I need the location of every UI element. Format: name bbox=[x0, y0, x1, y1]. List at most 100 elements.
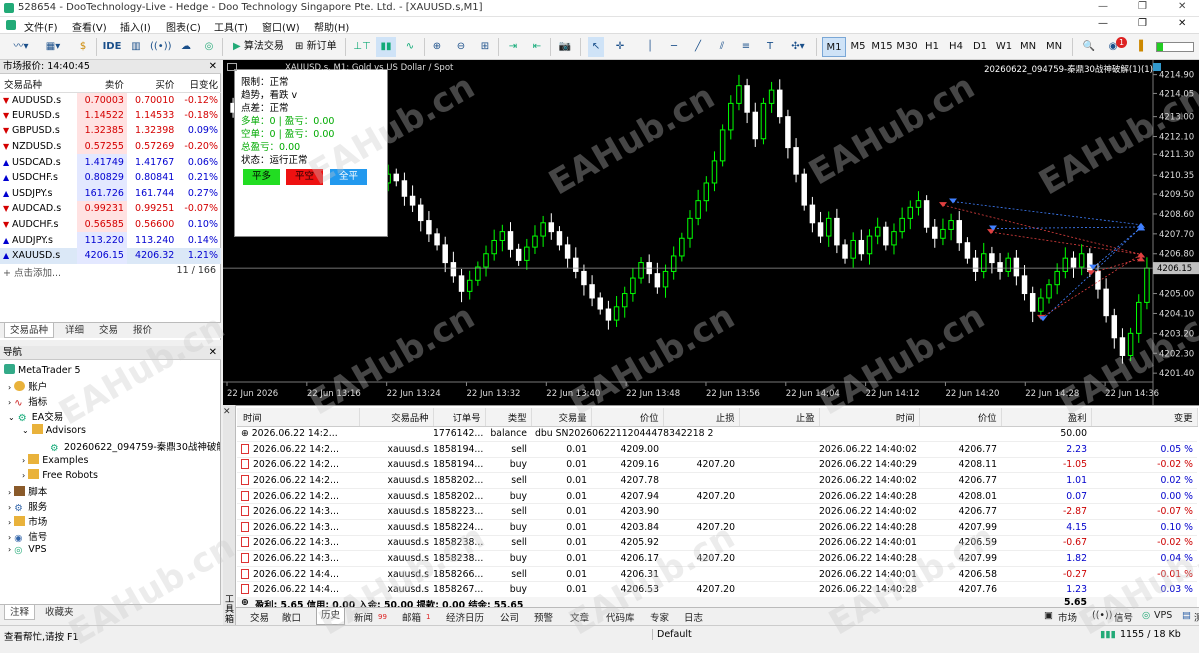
new-chart-icon[interactable]: 〰▾ bbox=[8, 37, 34, 57]
status-profile[interactable]: Default bbox=[652, 629, 752, 640]
ide-button[interactable]: IDE bbox=[100, 37, 124, 57]
tab-ticks[interactable]: 报价 bbox=[128, 323, 157, 338]
col-header[interactable]: 变更 bbox=[1091, 408, 1198, 427]
tile-icon[interactable]: ⊞ bbox=[476, 37, 494, 57]
screenshot-icon[interactable]: 📷 bbox=[556, 37, 574, 57]
price-chart[interactable]: 22 Jun 2026 22 Jun 13:16 22 Jun 13:24 22 Ju… bbox=[223, 60, 1199, 405]
deal-row[interactable]: 2026.06.22 14:3... xauusd.s 1858223... sell… bbox=[237, 503, 1197, 521]
tab-company[interactable]: 公司 bbox=[500, 610, 519, 624]
trade-arrow-icon[interactable] bbox=[987, 229, 995, 235]
zoom-out-icon[interactable]: ⊖ bbox=[452, 37, 470, 57]
trade-arrow-icon[interactable] bbox=[1087, 270, 1095, 276]
tab-history[interactable]: 历史 bbox=[316, 608, 346, 625]
nav-ea-file[interactable]: ⚙ 20260622_094759-秦鼎30战神破解 bbox=[50, 439, 220, 453]
nav-market[interactable]: › 市场 bbox=[8, 514, 47, 528]
col-header[interactable]: 时间 bbox=[819, 408, 920, 427]
nav-signals[interactable]: › ◉ 信号 bbox=[8, 529, 47, 544]
tf-m5[interactable]: M5 bbox=[846, 37, 870, 57]
menu-help[interactable]: 帮助(H) bbox=[314, 19, 349, 34]
deal-row[interactable]: 2026.06.22 14:3... xauusd.s 1858238... sell… bbox=[237, 535, 1197, 552]
candles-icon[interactable]: ▮▮ bbox=[376, 37, 396, 57]
close-longs-button[interactable]: 平多 bbox=[243, 169, 280, 185]
deal-row[interactable]: 2026.06.22 14:3... xauusd.s 1858238... buy 0… bbox=[237, 550, 1197, 567]
deal-row[interactable]: 2026.06.22 14:2... xauusd.s 1858194... buy 0… bbox=[237, 457, 1197, 474]
close-all-button[interactable]: 全平 bbox=[330, 169, 367, 185]
tab-articles[interactable]: 文章 bbox=[570, 610, 589, 624]
col-ask[interactable]: 买价 bbox=[126, 77, 178, 93]
toolbox-close-icon[interactable]: ✕ bbox=[223, 407, 231, 417]
market-watch-row[interactable]: ▲ USDJPY.s 161.726 161.744 0.27% bbox=[0, 185, 221, 202]
nav-indicators[interactable]: › ∿ 指标 bbox=[8, 394, 47, 409]
add-symbol[interactable]: + 点击添加... bbox=[3, 265, 61, 279]
trendline-icon[interactable]: ╱ bbox=[690, 37, 706, 57]
tab-trading[interactable]: 交易 bbox=[94, 323, 123, 338]
mdi-close-icon[interactable]: ✕ bbox=[1178, 18, 1186, 29]
profiles-icon[interactable]: ▦▾ bbox=[36, 37, 70, 57]
chart-menu-icon[interactable] bbox=[227, 63, 237, 71]
line-chart-icon[interactable]: ∿ bbox=[400, 37, 420, 57]
col-header[interactable]: 类型 bbox=[485, 408, 532, 427]
tab-symbols[interactable]: 交易品种 bbox=[4, 323, 55, 338]
text-icon[interactable]: T bbox=[762, 37, 778, 57]
cursor-icon[interactable]: ↖ bbox=[588, 37, 604, 57]
strategy-icon[interactable]: ▥ bbox=[126, 37, 146, 57]
menu-insert[interactable]: 插入(I) bbox=[120, 19, 151, 34]
crosshair-icon[interactable]: ✛ bbox=[612, 37, 628, 57]
col-header[interactable]: 订单号 bbox=[433, 408, 486, 427]
tab-codebase[interactable]: 代码库 bbox=[606, 610, 635, 624]
vertical-line-icon[interactable]: │ bbox=[642, 37, 658, 57]
nav-metatrader[interactable]: MetaTrader 5 bbox=[4, 364, 81, 376]
tf-h4[interactable]: H4 bbox=[944, 37, 968, 57]
tab-calendar[interactable]: 经济日历 bbox=[446, 610, 484, 624]
trade-arrow-icon[interactable] bbox=[949, 198, 957, 204]
nav-free-robots[interactable]: › Free Robots bbox=[22, 469, 98, 481]
tab-trade[interactable]: 交易 bbox=[250, 610, 269, 624]
app-menu-icon[interactable] bbox=[6, 20, 16, 30]
col-header[interactable]: 价位 bbox=[591, 408, 664, 427]
status-signals[interactable]: 信号 bbox=[1114, 610, 1133, 624]
tester-icon[interactable]: ▤ bbox=[1182, 610, 1191, 621]
autoscroll-icon[interactable]: ⇥ bbox=[504, 37, 522, 57]
cloud-icon[interactable]: ☁ bbox=[176, 37, 196, 57]
close-icon[interactable]: ✕ bbox=[209, 60, 217, 74]
menu-file[interactable]: 文件(F) bbox=[24, 19, 58, 34]
bar-chart-icon[interactable]: ⊥⊤ bbox=[352, 37, 372, 57]
menu-chart[interactable]: 图表(C) bbox=[166, 19, 201, 34]
nav-advisors[interactable]: ⌄ Advisors bbox=[22, 424, 86, 436]
nav-scripts[interactable]: › 脚本 bbox=[8, 484, 47, 498]
market-watch-row[interactable]: ▲ USDCHF.s 0.80829 0.80841 0.21% bbox=[0, 169, 221, 186]
market-watch-row[interactable]: ▼ AUDUSD.s 0.70003 0.70010 -0.12% bbox=[0, 92, 221, 108]
market-icon[interactable]: ▣ bbox=[1044, 610, 1053, 621]
tab-favorites[interactable]: 收藏夹 bbox=[40, 605, 79, 620]
trade-arrow-icon[interactable] bbox=[939, 202, 947, 208]
tab-journal[interactable]: 日志 bbox=[684, 610, 703, 624]
signals-icon[interactable]: ((•)) bbox=[150, 37, 172, 57]
vps-icon[interactable]: ◎ bbox=[1142, 610, 1150, 621]
tab-mailbox[interactable]: 邮箱 bbox=[402, 610, 421, 624]
alerts-icon[interactable]: ▌ bbox=[1136, 37, 1150, 57]
market-watch-row[interactable]: ▲ AUDJPY.s 113.220 113.240 0.14% bbox=[0, 232, 221, 248]
search-icon[interactable]: 🔍 bbox=[1080, 37, 1098, 57]
horizontal-line-icon[interactable]: ─ bbox=[666, 37, 682, 57]
status-market[interactable]: 市场 bbox=[1058, 610, 1077, 624]
deal-row[interactable]: 2026.06.22 14:2... xauusd.s 1858194... sell… bbox=[237, 441, 1197, 458]
tf-w1[interactable]: W1 bbox=[992, 37, 1016, 57]
shapes-icon[interactable]: ✣▾ bbox=[786, 37, 810, 57]
tab-news[interactable]: 新闻 bbox=[354, 610, 373, 624]
col-header[interactable]: 盈利 bbox=[1001, 408, 1092, 427]
menu-tools[interactable]: 工具(T) bbox=[214, 19, 248, 34]
zoom-in-icon[interactable]: ⊕ bbox=[428, 37, 446, 57]
close-icon[interactable]: ✕ bbox=[209, 346, 217, 360]
nav-accounts[interactable]: › 账户 bbox=[8, 379, 47, 393]
market-watch-row[interactable]: ▼ EURUSD.s 1.14522 1.14533 -0.18% bbox=[0, 107, 221, 124]
deal-row[interactable]: 2026.06.22 14:4... xauusd.s 1858267... buy 0… bbox=[237, 581, 1197, 599]
tf-m15[interactable]: M15 bbox=[870, 37, 894, 57]
channel-icon[interactable]: ⫽ bbox=[714, 37, 730, 57]
algo-trading-button[interactable]: ▶ 算法交易 bbox=[230, 37, 287, 57]
col-header[interactable]: 止盈 bbox=[739, 408, 820, 427]
nav-examples[interactable]: › Examples bbox=[22, 454, 88, 466]
balance-row[interactable]: ⊕ 2026.06.22 14:2... 1776142... balance dbu… bbox=[237, 426, 1197, 443]
col-bid[interactable]: 卖价 bbox=[76, 77, 127, 93]
tf-m1[interactable]: M1 bbox=[822, 37, 846, 57]
col-header[interactable]: 交易量 bbox=[531, 408, 592, 427]
